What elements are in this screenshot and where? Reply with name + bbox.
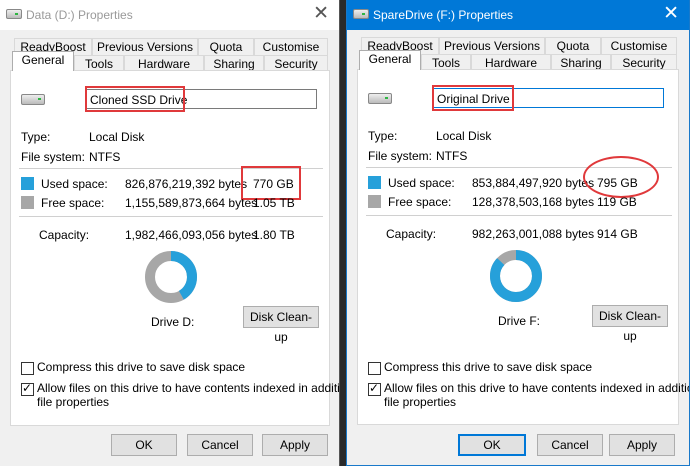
used-label: Used space: [41, 177, 108, 191]
drive-app-icon [6, 9, 22, 19]
filesystem-label: File system: [21, 150, 86, 164]
tab-customise[interactable]: Customise [254, 38, 328, 55]
usage-donut-chart [490, 250, 542, 302]
free-bytes: 128,378,503,168 bytes [472, 195, 595, 209]
free-human: 1.05 TB [253, 196, 295, 210]
free-swatch [368, 195, 381, 208]
index-checkbox[interactable] [368, 381, 381, 396]
used-swatch [368, 176, 381, 189]
capacity-human: 914 GB [597, 227, 638, 241]
tab-previous-versions[interactable]: Previous Versions [439, 37, 545, 54]
tab-customise[interactable]: Customise [601, 37, 677, 54]
index-checkbox[interactable] [21, 381, 34, 396]
compress-checkbox[interactable] [21, 362, 34, 375]
title-bar[interactable]: Data (D:) Properties ✕ [0, 0, 339, 30]
tab-quota[interactable]: Quota [198, 38, 254, 55]
left-properties-window: Data (D:) Properties ✕ ReadyBoost Previo… [0, 0, 340, 466]
free-human: 119 GB [597, 195, 637, 209]
usage-donut-chart [145, 251, 197, 303]
type-value: Local Disk [89, 130, 145, 144]
used-bytes: 853,884,497,920 bytes [472, 176, 595, 190]
window-title: Data (D:) Properties [26, 8, 133, 22]
disk-cleanup-button[interactable]: Disk Clean-up [592, 305, 668, 343]
capacity-label: Capacity: [39, 228, 90, 242]
compress-label: Compress this drive to save disk space [384, 360, 593, 374]
right-properties-window: SpareDrive (F:) Properties ✕ ReadyBoost … [346, 0, 690, 466]
divider [366, 215, 672, 216]
tab-quota[interactable]: Quota [545, 37, 601, 54]
free-label: Free space: [388, 195, 452, 209]
drive-letter-label: Drive F: [498, 314, 540, 328]
free-label: Free space: [41, 196, 105, 210]
annotation-ellipse [583, 156, 659, 198]
apply-button[interactable]: Apply [609, 434, 675, 456]
tab-previous-versions[interactable]: Previous Versions [92, 38, 198, 55]
type-value: Local Disk [436, 129, 492, 143]
type-label: Type: [368, 129, 398, 143]
used-bytes: 826,876,219,392 bytes [125, 177, 248, 191]
drive-letter-label: Drive D: [151, 315, 195, 329]
close-icon[interactable]: ✕ [663, 3, 679, 25]
capacity-human: 1.80 TB [253, 228, 295, 242]
index-label-line2: file properties [384, 395, 457, 409]
free-swatch [21, 196, 34, 209]
used-swatch [21, 177, 34, 190]
capacity-label: Capacity: [386, 227, 437, 241]
window-title: SpareDrive (F:) Properties [373, 8, 514, 22]
filesystem-value: NTFS [436, 149, 468, 163]
ok-button[interactable]: OK [458, 434, 526, 456]
index-label-line1: Allow files on this drive to have conten… [384, 381, 690, 395]
cancel-button[interactable]: Cancel [537, 434, 603, 456]
tab-general[interactable]: General [359, 50, 421, 70]
cancel-button[interactable]: Cancel [187, 434, 253, 456]
disk-cleanup-button[interactable]: Disk Clean-up [243, 306, 319, 344]
apply-button[interactable]: Apply [262, 434, 328, 456]
used-label: Used space: [388, 176, 455, 190]
annotation-box [241, 166, 301, 200]
drive-icon [21, 94, 45, 105]
title-bar[interactable]: SpareDrive (F:) Properties ✕ [347, 0, 689, 30]
ok-button[interactable]: OK [111, 434, 177, 456]
tab-general[interactable]: General [12, 51, 74, 71]
index-label-line1: Allow files on this drive to have conten… [37, 381, 340, 395]
capacity-bytes: 1,982,466,093,056 bytes [125, 228, 258, 242]
filesystem-label: File system: [368, 149, 433, 163]
close-icon[interactable]: ✕ [313, 3, 329, 25]
compress-label: Compress this drive to save disk space [37, 360, 246, 374]
free-bytes: 1,155,589,873,664 bytes [125, 196, 258, 210]
filesystem-value: NTFS [89, 150, 121, 164]
compress-checkbox[interactable] [368, 362, 381, 375]
drive-app-icon [353, 9, 369, 19]
annotation-box [85, 86, 185, 112]
drive-icon [368, 93, 392, 104]
divider [19, 216, 323, 217]
type-label: Type: [21, 130, 51, 144]
annotation-box [432, 85, 514, 111]
capacity-bytes: 982,263,001,088 bytes [472, 227, 595, 241]
index-label-line2: file properties [37, 395, 110, 409]
